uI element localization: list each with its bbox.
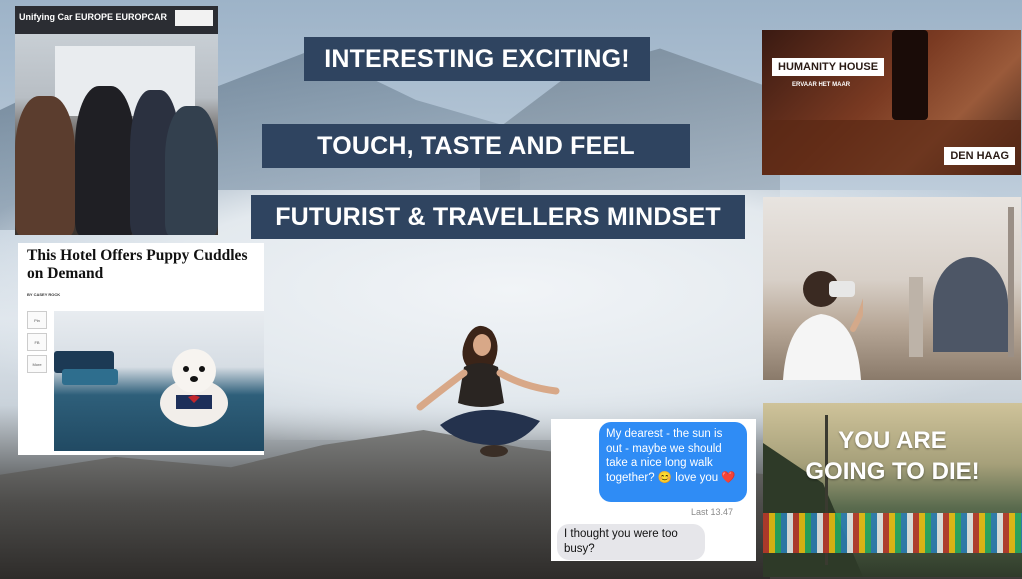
dome-building (933, 257, 1008, 352)
article-headline: This Hotel Offers Puppy Cuddles on Deman… (27, 247, 248, 282)
vr-headset-man (783, 271, 863, 380)
wine-bottle (892, 30, 928, 120)
rental-desk-sign: Unifying Car EUROPE EUROPCAR (15, 6, 218, 34)
die-line-2: GOING TO DIE! (805, 458, 980, 485)
message-thread: My dearest - the sun is out - maybe we s… (551, 419, 756, 561)
slide-canvas: INTERESTING EXCITING! TOUCH, TASTE AND F… (0, 0, 1022, 579)
rental-logo (175, 10, 213, 26)
share-pin-button[interactable]: Pin (27, 311, 47, 329)
traveler-center (75, 86, 135, 235)
prayer-flags (763, 513, 1022, 553)
die-poster-text: YOU ARE GOING TO DIE! (763, 425, 1022, 487)
humanity-house-tagline: ERVAAR HET MAAR (792, 82, 851, 88)
banner-futurist: FUTURIST & TRAVELLERS MINDSET (251, 195, 745, 239)
share-more-button[interactable]: More (27, 355, 47, 373)
share-fb-button[interactable]: FB (27, 333, 47, 351)
die-line-1: YOU ARE (838, 427, 947, 454)
article-byline: BY CASEY ROCK (27, 292, 61, 297)
hotel-article-clip: This Hotel Offers Puppy Cuddles on Deman… (18, 243, 264, 455)
humanity-house-label: HUMANITY HOUSE (772, 58, 885, 76)
traveler-left (15, 96, 75, 235)
vr-cityscape-photo (763, 197, 1021, 380)
humanity-house-city: DEN HAAG (944, 147, 1015, 165)
outgoing-message-bubble: My dearest - the sun is out - maybe we s… (599, 422, 747, 502)
meditating-woman (416, 325, 560, 457)
hotel-bed-photo (54, 311, 264, 451)
banner-touch-taste: TOUCH, TASTE AND FEEL (262, 124, 690, 168)
minaret-tower (909, 277, 923, 357)
eiffel-tower (1008, 207, 1014, 357)
traveler-right (165, 106, 218, 235)
prayer-flags-photo: YOU ARE GOING TO DIE! (763, 403, 1022, 577)
rental-sign-text: Unifying Car EUROPE EUROPCAR (19, 12, 168, 22)
pillow-light (62, 369, 118, 385)
humanity-house-photo: HUMANITY HOUSE ERVAAR HET MAAR DEN HAAG (762, 30, 1021, 175)
incoming-message-bubble: I thought you were too busy? (557, 524, 705, 560)
airport-rental-photo: Unifying Car EUROPE EUROPCAR (15, 6, 218, 235)
banner-interesting: INTERESTING EXCITING! (304, 37, 650, 81)
message-timestamp: Last 13.47 (691, 507, 734, 517)
puppy-dog (160, 349, 228, 427)
